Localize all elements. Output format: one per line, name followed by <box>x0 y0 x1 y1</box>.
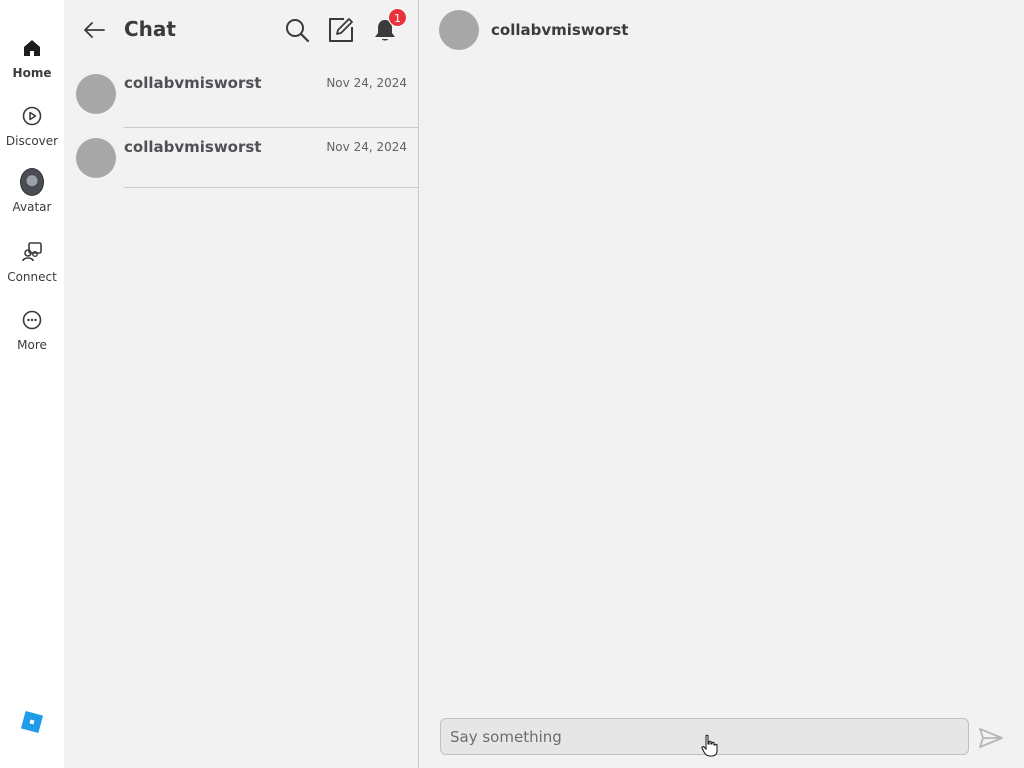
send-button[interactable] <box>977 724 1005 752</box>
nav-item-connect[interactable]: Connect <box>0 236 64 296</box>
nav-label-home: Home <box>12 66 52 80</box>
conversation-title[interactable]: collabvmisworst <box>491 21 628 39</box>
conversation-date: Nov 24, 2024 <box>326 140 407 154</box>
more-icon <box>20 308 44 332</box>
notification-badge: 1 <box>388 8 407 27</box>
conversation-date: Nov 24, 2024 <box>326 76 407 90</box>
send-icon <box>979 728 1003 748</box>
nav-label-avatar: Avatar <box>12 200 52 214</box>
avatar[interactable] <box>439 10 479 50</box>
back-button[interactable] <box>80 16 108 44</box>
hand-cursor-icon <box>701 734 719 758</box>
nav-item-discover[interactable]: Discover <box>0 100 64 160</box>
conversation-name: collabvmisworst <box>124 74 262 92</box>
nav-label-more: More <box>17 338 47 352</box>
conversation-item[interactable]: collabvmisworst Nov 24, 2024 <box>64 124 419 188</box>
chat-list-panel: Chat 1 collabvmisworst Nov 24, 2024 coll… <box>64 0 419 768</box>
nav-item-more[interactable]: More <box>0 304 64 364</box>
conversation-item[interactable]: collabvmisworst Nov 24, 2024 <box>64 64 419 128</box>
nav-label-discover: Discover <box>5 134 59 148</box>
play-circle-icon <box>20 104 44 128</box>
conversation-panel: collabvmisworst <box>420 0 1024 768</box>
arrow-left-icon <box>84 22 105 38</box>
nav-item-avatar[interactable]: Avatar <box>0 166 64 226</box>
compose-icon <box>329 18 353 42</box>
roblox-logo-icon[interactable] <box>20 710 44 734</box>
sidebar-nav: Home Discover Avatar Connect More <box>0 0 64 768</box>
connect-icon <box>20 240 44 264</box>
search-button[interactable] <box>283 16 311 44</box>
nav-label-connect: Connect <box>7 270 57 284</box>
divider <box>124 187 419 188</box>
avatar <box>76 74 116 114</box>
search-icon <box>286 19 310 43</box>
page-title: Chat <box>124 17 176 41</box>
conversation-name: collabvmisworst <box>124 138 262 156</box>
avatar <box>76 138 116 178</box>
nav-item-home[interactable]: Home <box>0 32 64 92</box>
app-root: Home Discover Avatar Connect More Chat 1… <box>0 0 1024 768</box>
chat-list-header: Chat 1 <box>64 0 419 60</box>
home-icon <box>20 36 44 60</box>
compose-button[interactable] <box>327 16 355 44</box>
avatar-icon <box>20 168 44 196</box>
conversation-header: collabvmisworst <box>420 0 1024 60</box>
